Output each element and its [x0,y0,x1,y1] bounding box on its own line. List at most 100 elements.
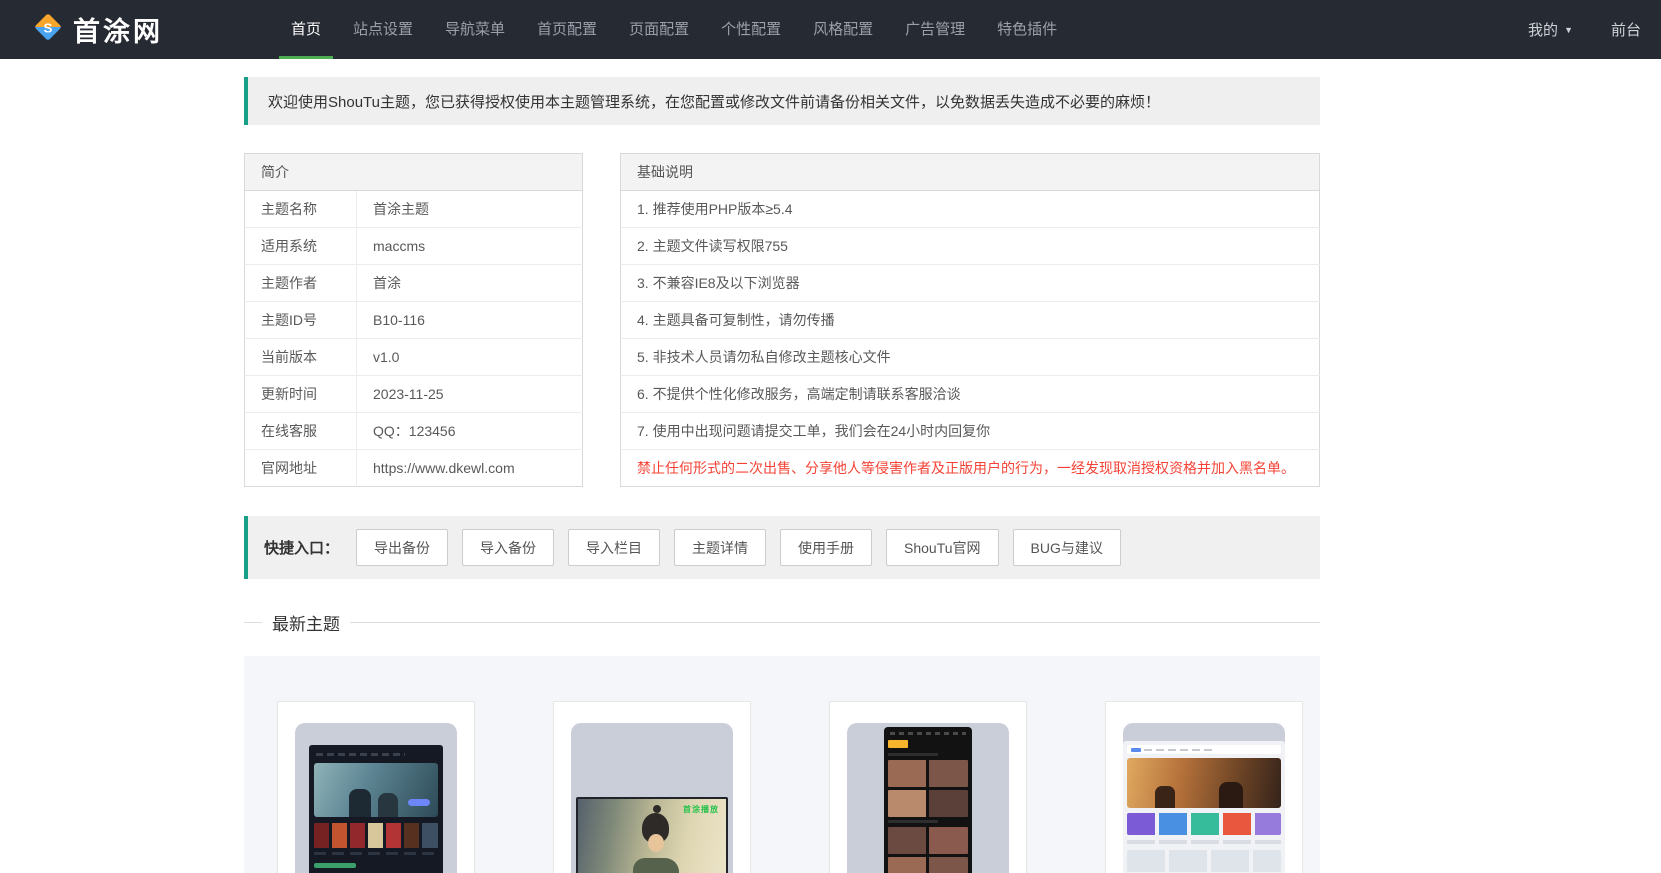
main-content: 欢迎使用ShouTu主题，您已获得授权使用本主题管理系统，在您配置或修改文件前请… [244,77,1320,873]
row-label: 主题ID号 [244,301,357,339]
mock-app-logo [888,740,908,748]
theme-card[interactable] [1105,701,1303,873]
main-nav: 首页 站点设置 导航菜单 首页配置 页面配置 个性配置 风格配置 广告管理 特色… [275,0,1073,59]
card-tile-row [1127,850,1281,872]
nav-item-featured-plugins[interactable]: 特色插件 [985,0,1069,59]
navbar-right: 我的 ▼ 前台 [1528,19,1641,40]
table-header-row: 基础说明 [620,153,1320,191]
row-label: 在线客服 [244,412,357,450]
row-value: maccms [356,227,583,265]
card-tile-row [1127,813,1281,835]
light-site-mockup [1123,741,1285,873]
photo-tile-row [888,857,968,873]
theme-card[interactable] [829,701,1027,873]
note-item: 5. 非技术人员请勿私自修改主题核心文件 [620,338,1320,376]
brand-title: 首涂网 [73,17,163,47]
mock-figure [648,833,665,852]
import-category-button[interactable]: 导入栏目 [568,529,661,566]
row-value-website-url: https://www.dkewl.com [356,449,583,487]
theme-preview-image [295,723,457,873]
nav-item-home[interactable]: 首页 [279,0,334,59]
table-row: 1. 推荐使用PHP版本≥5.4 [620,190,1320,228]
video-player-mockup: 首涂播放 [576,797,728,873]
row-label: 主题作者 [244,264,357,302]
row-value: 2023-11-25 [356,375,583,413]
chevron-down-icon: ▼ [1564,24,1573,35]
mock-menu-items [1144,748,1214,751]
latest-themes-panel: 首涂播放 [244,656,1320,873]
row-value: QQ：123456 [356,412,583,450]
table-row: 主题作者 首涂 [244,264,583,302]
mock-figure [632,857,679,873]
nav-item-homepage-config[interactable]: 首页配置 [525,0,609,59]
note-item: 1. 推荐使用PHP版本≥5.4 [620,190,1320,228]
note-item: 3. 不兼容IE8及以下浏览器 [620,264,1320,302]
nav-item-personal-config[interactable]: 个性配置 [709,0,793,59]
table-row: 当前版本 v1.0 [244,338,583,376]
table-row: 主题名称 首涂主题 [244,190,583,228]
notes-table: 基础说明 1. 推荐使用PHP版本≥5.4 2. 主题文件读写权限755 3. … [620,153,1320,487]
row-label: 当前版本 [244,338,357,376]
latest-themes-title-text: 最新主题 [272,615,340,634]
table-row: 5. 非技术人员请勿私自修改主题核心文件 [620,338,1320,376]
row-label: 官网地址 [244,449,357,487]
nav-item-style-config[interactable]: 风格配置 [801,0,885,59]
nav-item-site-settings[interactable]: 站点设置 [341,0,425,59]
note-item: 7. 使用中出现问题请提交工单，我们会在24小时内回复你 [620,412,1320,450]
note-item: 4. 主题具备可复制性，请勿传播 [620,301,1320,339]
intro-table: 简介 主题名称 首涂主题 适用系统 maccms 主题作者 首涂 主题ID号 B… [244,153,583,487]
row-label: 适用系统 [244,227,357,265]
table-row: 7. 使用中出现问题请提交工单，我们会在24小时内回复你 [620,412,1320,450]
row-value: 首涂 [356,264,583,302]
mock-figure [1219,782,1244,808]
table-row: 禁止任何形式的二次出售、分享他人等侵害作者及正版用户的行为，一经发现取消授权资格… [620,449,1320,487]
latest-themes-title: 最新主题 [244,610,1320,635]
user-dropdown-label: 我的 [1528,22,1559,39]
photo-tile-row [888,760,968,787]
poster-row [314,823,438,848]
mock-hero-banner [1127,758,1281,808]
note-item: 2. 主题文件读写权限755 [620,227,1320,265]
top-navbar: S 首涂网 首页 站点设置 导航菜单 首页配置 页面配置 个性配置 风格配置 广… [0,0,1661,59]
table-row: 官网地址 https://www.dkewl.com [244,449,583,487]
nav-item-page-config[interactable]: 页面配置 [617,0,701,59]
row-value: v1.0 [356,338,583,376]
quick-entry-label: 快捷入口： [264,540,340,557]
quick-entry-bar: 快捷入口： 导出备份 导入备份 导入栏目 主题详情 使用手册 ShouTu官网 … [244,516,1320,579]
theme-card[interactable] [277,701,475,873]
table-row: 6. 不提供个性化修改服务，高端定制请联系客服洽谈 [620,375,1320,413]
caption-row [1127,840,1281,844]
section-label-bar [314,863,356,868]
user-dropdown[interactable]: 我的 ▼ [1528,19,1573,40]
logo[interactable]: S 首涂网 [32,10,163,49]
caption-row [888,753,938,756]
row-value: 首涂主题 [356,190,583,228]
export-backup-button[interactable]: 导出备份 [356,529,449,566]
table-row: 4. 主题具备可复制性，请勿传播 [620,301,1320,339]
notes-table-header: 基础说明 [620,153,1320,191]
svg-text:S: S [44,20,53,35]
bug-suggestion-button[interactable]: BUG与建议 [1012,529,1121,566]
theme-details-button[interactable]: 主题详情 [674,529,767,566]
mock-figure [1154,786,1175,808]
shoutu-website-button[interactable]: ShouTu官网 [886,529,999,566]
user-manual-button[interactable]: 使用手册 [780,529,873,566]
mock-figure [378,793,399,817]
intro-table-header: 简介 [244,153,583,191]
caption-row [888,820,938,823]
theme-preview-image [847,723,1009,873]
table-row: 主题ID号 B10-116 [244,301,583,339]
theme-card[interactable]: 首涂播放 [553,701,751,873]
import-backup-button[interactable]: 导入备份 [462,529,555,566]
info-tables: 简介 主题名称 首涂主题 适用系统 maccms 主题作者 首涂 主题ID号 B… [244,153,1320,487]
photo-tile-row [888,827,968,854]
theme-preview-image: 首涂播放 [571,723,733,873]
nav-item-nav-menu[interactable]: 导航菜单 [433,0,517,59]
frontend-link[interactable]: 前台 [1611,19,1641,40]
mock-hero-banner [314,763,438,817]
row-label: 主题名称 [244,190,357,228]
table-row: 3. 不兼容IE8及以下浏览器 [620,264,1320,302]
table-row: 更新时间 2023-11-25 [244,375,583,413]
mock-site-logo [1131,747,1141,752]
nav-item-ad-management[interactable]: 广告管理 [893,0,977,59]
